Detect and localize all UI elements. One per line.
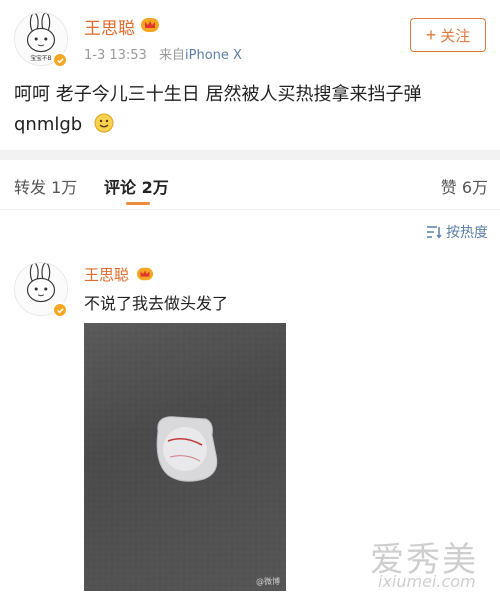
verified-badge-icon — [52, 52, 68, 68]
avatar-caption: 宝宝不B — [30, 54, 51, 62]
tab-repost[interactable]: 转发 1万 — [14, 174, 77, 198]
follow-button[interactable]: + 关注 — [410, 18, 486, 52]
site-watermark-subtitle: ixiumei.com — [378, 572, 476, 591]
comment-photo[interactable]: @微博 — [84, 323, 286, 591]
active-tab-indicator — [126, 202, 150, 205]
post-meta: 1-3 13:53 来自iPhone X — [84, 44, 242, 63]
crown-icon — [141, 18, 159, 32]
post-source[interactable]: iPhone X — [185, 48, 242, 63]
comment-text: 不说了我去做头发了 — [84, 294, 229, 313]
post-body: 呵呵 老子今儿三十生日 居然被人买热搜拿来挡子弹 qnmlgb — [14, 84, 422, 135]
plus-icon: + — [425, 25, 437, 45]
interaction-tabs: 转发 1万 评论 2万 赞 6万 — [0, 160, 500, 210]
packet-object — [156, 416, 218, 482]
post-text: 呵呵 老子今儿三十生日 居然被人买热搜拿来挡子弹 qnmlgb — [14, 80, 490, 140]
tab-comment-label: 评论 — [104, 178, 137, 197]
smile-emoji-icon — [94, 113, 114, 133]
tab-repost-label: 转发 — [14, 178, 47, 197]
tab-repost-count: 1万 — [51, 178, 78, 197]
tab-comment[interactable]: 评论 2万 — [104, 174, 169, 198]
tab-like-label: 赞 — [440, 178, 457, 197]
photo-watermark: @微博 — [256, 577, 280, 586]
sort-icon — [427, 226, 442, 239]
verified-badge-icon — [52, 302, 68, 318]
tab-like[interactable]: 赞 6万 — [441, 174, 488, 198]
tab-comment-count: 2万 — [141, 178, 169, 197]
sort-button[interactable]: 按热度 — [426, 222, 488, 242]
post-time: 1-3 13:53 — [84, 48, 147, 63]
tab-like-count: 6万 — [461, 178, 488, 197]
sort-label: 按热度 — [446, 225, 488, 241]
photo-content — [84, 323, 286, 591]
post-username[interactable]: 王思聪 — [84, 14, 135, 39]
section-divider — [0, 150, 500, 160]
follow-label: 关注 — [440, 27, 471, 45]
post-source-prefix: 来自 — [158, 48, 185, 63]
post-card: 宝宝不B 王思聪 1-3 13:53 来自iPhone X + 关注 呵呵 老子… — [0, 0, 500, 148]
comment-username[interactable]: 王思聪 — [84, 264, 129, 285]
crown-icon — [137, 267, 153, 281]
